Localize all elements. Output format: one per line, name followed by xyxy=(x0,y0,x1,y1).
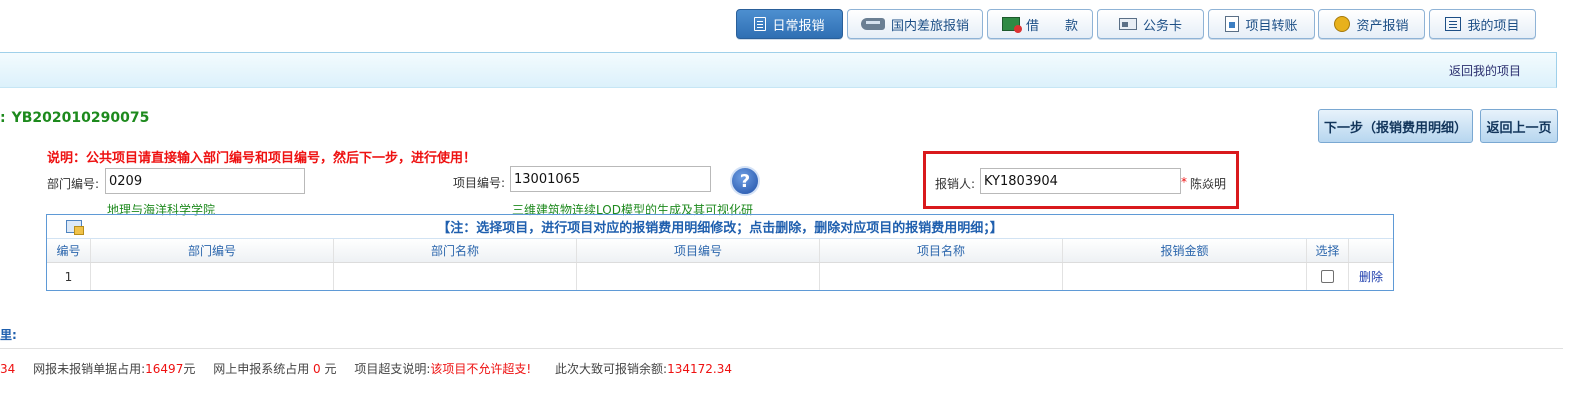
select-checkbox[interactable] xyxy=(1321,270,1334,283)
nav-label: 国内差旅报销 xyxy=(890,18,969,34)
nav-label: 公务卡 xyxy=(1142,18,1182,34)
header-no: 编号 xyxy=(47,239,91,262)
loan-icon xyxy=(1001,17,1022,33)
next-step-button[interactable]: 下一步（报销费用明细） xyxy=(1318,109,1473,143)
nav-label: 借 款 xyxy=(1025,18,1078,34)
claimant-name: 陈焱明 xyxy=(1190,177,1227,191)
instruction-notice: 说明：公共项目请直接输入部门编号和项目编号，然后下一步，进行使用！ xyxy=(47,151,477,166)
header-dept-no: 部门编号 xyxy=(91,239,334,262)
nav-label: 项目转账 xyxy=(1245,18,1298,34)
nav-my-projects[interactable]: 我的项目 xyxy=(1429,9,1536,39)
unreported-unit: 元 xyxy=(183,362,196,376)
header-select: 选择 xyxy=(1307,239,1349,262)
header-amount: 报销金额 xyxy=(1063,239,1307,262)
unreported-label: 网报未报销单据占用: xyxy=(33,362,146,376)
row-amount xyxy=(1063,263,1307,290)
nav-asset-reimbursement[interactable]: 资产报销 xyxy=(1318,9,1425,39)
return-previous-button[interactable]: 返回上一页 xyxy=(1480,109,1558,143)
table-icon xyxy=(66,220,84,235)
document-icon xyxy=(754,17,767,31)
row-action: 删除 xyxy=(1349,263,1393,290)
nav-project-transfer[interactable]: 项目转账 xyxy=(1208,9,1315,39)
row-proj-no xyxy=(577,263,820,290)
summary-lead-value: 34 xyxy=(0,362,16,376)
table-header-row: 编号 部门编号 部门名称 项目编号 项目名称 报销金额 选择 xyxy=(47,239,1393,263)
transfer-icon xyxy=(1225,16,1240,32)
train-icon xyxy=(860,18,885,30)
header-action xyxy=(1349,239,1393,262)
list-icon xyxy=(1445,17,1462,31)
back-to-my-projects-link[interactable]: 返回我的项目 xyxy=(1449,62,1521,79)
required-asterisk: * xyxy=(1181,175,1187,189)
reimbursement-number: : YB202010290075 xyxy=(0,110,149,126)
claimant-input[interactable] xyxy=(980,168,1181,194)
help-icon[interactable]: ? xyxy=(730,166,760,196)
nav-label: 日常报销 xyxy=(772,18,825,34)
nav-loan[interactable]: 借 款 xyxy=(987,9,1093,39)
dept-number-label: 部门编号: xyxy=(47,177,100,191)
row-no: 1 xyxy=(47,263,91,290)
nav-daily-reimbursement[interactable]: 日常报销 xyxy=(736,9,843,39)
table-row: 1 删除 xyxy=(47,263,1393,290)
table-title: 【注：选择项目，进行项目对应的报销费用明细修改；点击删除，删除对应项目的报销费用… xyxy=(47,215,1393,239)
overrun-label: 项目超支说明: xyxy=(354,362,431,376)
header-proj-name: 项目名称 xyxy=(820,239,1063,262)
balance-label: 此次大致可报销余额: xyxy=(555,362,668,376)
claimant-label: 报销人: xyxy=(935,177,976,191)
row-dept-no xyxy=(91,263,334,290)
table-note: 【注：选择项目，进行项目对应的报销费用明细修改；点击删除，删除对应项目的报销费用… xyxy=(437,221,1003,236)
top-nav: 日常报销 国内差旅报销 借 款 公务卡 项目转账 资产报销 我的项目 xyxy=(0,9,1590,41)
online-label: 网上申报系统占用 xyxy=(213,362,310,376)
nav-label: 资产报销 xyxy=(1356,18,1409,34)
coins-icon xyxy=(1334,16,1351,32)
nav-label: 我的项目 xyxy=(1467,18,1520,34)
overrun-value: 该项目不允许超支! xyxy=(430,362,532,376)
project-number-label: 项目编号: xyxy=(453,176,506,190)
detail-label: 里: xyxy=(0,328,17,342)
header-dept-name: 部门名称 xyxy=(334,239,577,262)
nav-official-card[interactable]: 公务卡 xyxy=(1097,9,1204,39)
row-select xyxy=(1307,263,1349,290)
header-proj-no: 项目编号 xyxy=(577,239,820,262)
online-value: 0 xyxy=(313,362,321,376)
project-number-input[interactable] xyxy=(510,166,711,192)
dept-number-input[interactable] xyxy=(105,168,305,194)
card-icon xyxy=(1118,18,1137,30)
row-dept-name xyxy=(334,263,577,290)
budget-summary: 34 网报未报销单据占用:16497元 网上申报系统占用 0 元 项目超支说明:… xyxy=(0,360,732,377)
unreported-value: 16497 xyxy=(145,362,184,376)
project-table: 【注：选择项目，进行项目对应的报销费用明细修改；点击删除，删除对应项目的报销费用… xyxy=(46,214,1394,291)
divider xyxy=(0,348,1563,349)
delete-link[interactable]: 删除 xyxy=(1359,268,1383,285)
ref-colon: : xyxy=(0,110,6,126)
balance-value: 134172.34 xyxy=(667,362,732,376)
row-proj-name xyxy=(820,263,1063,290)
nav-domestic-travel[interactable]: 国内差旅报销 xyxy=(847,9,983,39)
online-unit: 元 xyxy=(324,362,337,376)
ref-number: YB202010290075 xyxy=(11,110,150,126)
header-bar xyxy=(0,52,1557,88)
